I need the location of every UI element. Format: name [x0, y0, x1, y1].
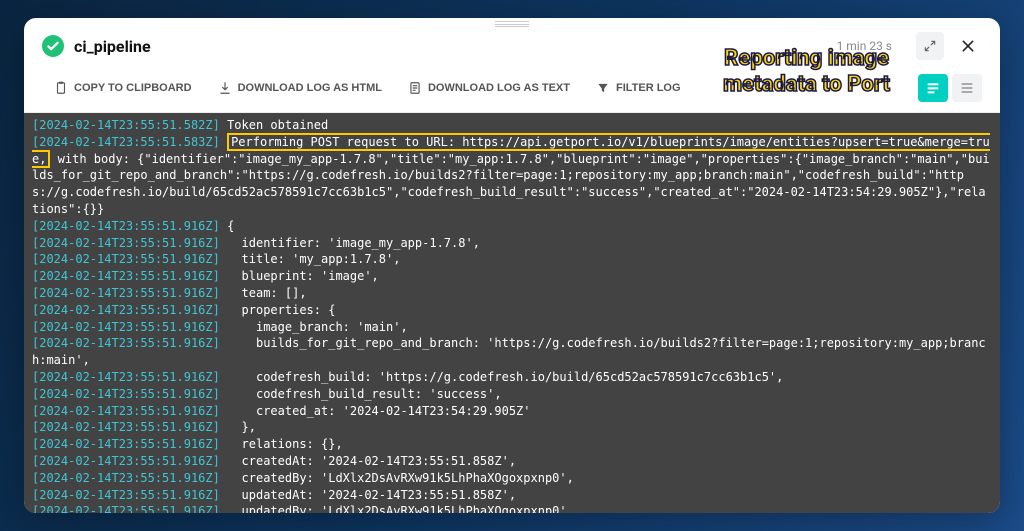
- clipboard-icon: [54, 81, 68, 95]
- log-line: [2024-02-14T23:55:51.916Z] properties: {: [32, 302, 992, 319]
- timestamp: [2024-02-14T23:55:51.916Z]: [32, 269, 220, 283]
- log-line: [2024-02-14T23:55:51.916Z] updatedBy: 'L…: [32, 503, 992, 513]
- view-toggle: [918, 74, 982, 102]
- wrap-icon: [925, 80, 941, 96]
- log-line: [2024-02-14T23:55:51.916Z] },: [32, 419, 992, 436]
- log-text: title: 'my_app:1.7.8',: [220, 252, 401, 266]
- download-icon: [218, 81, 232, 95]
- log-line: [2024-02-14T23:55:51.916Z] title: 'my_ap…: [32, 251, 992, 268]
- log-text: created_at: '2024-02-14T23:54:29.905Z': [220, 404, 531, 418]
- list-icon: [959, 80, 975, 96]
- expand-button[interactable]: [916, 32, 944, 60]
- download-text-button[interactable]: DOWNLOAD LOG AS TEXT: [396, 75, 582, 101]
- timestamp: [2024-02-14T23:55:51.916Z]: [32, 437, 220, 451]
- download-html-button[interactable]: DOWNLOAD LOG AS HTML: [206, 75, 394, 101]
- log-text: updatedBy: 'LdXlx2DsAvRXw91k5LhPhaXOgoxp…: [220, 504, 567, 513]
- filter-log-button[interactable]: FILTER LOG: [584, 75, 693, 101]
- log-text: image_branch: 'main',: [220, 320, 408, 334]
- file-text-icon: [408, 81, 422, 95]
- download-text-label: DOWNLOAD LOG AS TEXT: [428, 82, 570, 94]
- log-text: createdAt: '2024-02-14T23:55:51.858Z',: [220, 454, 516, 468]
- log-line: [2024-02-14T23:55:51.916Z] team: [],: [32, 285, 992, 302]
- copy-label: COPY TO CLIPBOARD: [74, 82, 192, 94]
- filter-label: FILTER LOG: [616, 82, 681, 94]
- log-line: [2024-02-14T23:55:51.916Z] identifier: '…: [32, 235, 992, 252]
- log-text: properties: {: [220, 303, 336, 317]
- timestamp: [2024-02-14T23:55:51.916Z]: [32, 219, 220, 233]
- log-text: {: [220, 219, 234, 233]
- timestamp: [2024-02-14T23:55:51.916Z]: [32, 404, 220, 418]
- close-button[interactable]: [954, 32, 982, 60]
- log-text: blueprint: 'image',: [220, 269, 379, 283]
- timestamp: [2024-02-14T23:55:51.916Z]: [32, 420, 220, 434]
- pipeline-title: ci_pipeline: [74, 37, 827, 56]
- log-text: },: [220, 420, 256, 434]
- download-html-label: DOWNLOAD LOG AS HTML: [238, 82, 382, 94]
- log-line: [2024-02-14T23:55:51.916Z] codefresh_bui…: [32, 386, 992, 403]
- copy-clipboard-button[interactable]: COPY TO CLIPBOARD: [42, 75, 204, 101]
- close-icon: [960, 38, 976, 54]
- log-output[interactable]: [2024-02-14T23:55:51.582Z] Token obtaine…: [24, 113, 1000, 513]
- log-text: codefresh_build_result: 'success',: [220, 387, 502, 401]
- log-text: codefresh_build: 'https://g.codefresh.io…: [220, 370, 784, 384]
- log-line: [2024-02-14T23:55:51.916Z] {: [32, 218, 992, 235]
- log-text: team: [],: [220, 286, 307, 300]
- log-text: with body: {"identifier":"image_my_app-1…: [32, 152, 990, 216]
- log-line: [2024-02-14T23:55:51.916Z] createdBy: 'L…: [32, 470, 992, 487]
- timestamp: [2024-02-14T23:55:51.916Z]: [32, 286, 220, 300]
- view-wrap-button[interactable]: [918, 74, 948, 102]
- log-line: [2024-02-14T23:55:51.582Z] Token obtaine…: [32, 117, 992, 134]
- log-text: updatedAt: '2024-02-14T23:55:51.858Z',: [220, 488, 516, 502]
- timestamp: [2024-02-14T23:55:51.916Z]: [32, 454, 220, 468]
- timestamp: [2024-02-14T23:55:51.916Z]: [32, 336, 220, 350]
- log-text: relations: {},: [220, 437, 343, 451]
- log-text: createdBy: 'LdXlx2DsAvRXw91k5LhPhaXOgoxp…: [220, 471, 574, 485]
- log-line: [2024-02-14T23:55:51.916Z] builds_for_gi…: [32, 335, 992, 369]
- log-line: [2024-02-14T23:55:51.583Z] Performing PO…: [32, 134, 992, 218]
- timestamp: [2024-02-14T23:55:51.916Z]: [32, 387, 220, 401]
- timestamp: [2024-02-14T23:55:51.916Z]: [32, 252, 220, 266]
- log-line: [2024-02-14T23:55:51.916Z] created_at: '…: [32, 403, 992, 420]
- timestamp: [2024-02-14T23:55:51.583Z]: [32, 135, 220, 149]
- timestamp: [2024-02-14T23:55:51.916Z]: [32, 236, 220, 250]
- log-line: [2024-02-14T23:55:51.916Z] codefresh_bui…: [32, 369, 992, 386]
- log-line: [2024-02-14T23:55:51.916Z] relations: {}…: [32, 436, 992, 453]
- timestamp: [2024-02-14T23:55:51.916Z]: [32, 370, 220, 384]
- log-line: [2024-02-14T23:55:51.916Z] blueprint: 'i…: [32, 268, 992, 285]
- filter-icon: [596, 81, 610, 95]
- log-text: Token obtained: [227, 118, 328, 132]
- timestamp: [2024-02-14T23:55:51.582Z]: [32, 118, 220, 132]
- log-line: [2024-02-14T23:55:51.916Z] createdAt: '2…: [32, 453, 992, 470]
- view-list-button[interactable]: [952, 74, 982, 102]
- expand-icon: [923, 39, 937, 53]
- log-text: identifier: 'image_my_app-1.7.8',: [220, 236, 480, 250]
- drag-handle[interactable]: [495, 21, 529, 27]
- log-modal: ci_pipeline 1 min 23 s Reporting image m…: [24, 18, 1000, 513]
- timestamp: [2024-02-14T23:55:51.916Z]: [32, 471, 220, 485]
- timestamp: [2024-02-14T23:55:51.916Z]: [32, 320, 220, 334]
- log-line: [2024-02-14T23:55:51.916Z] image_branch:…: [32, 319, 992, 336]
- log-line: [2024-02-14T23:55:51.916Z] updatedAt: '2…: [32, 487, 992, 504]
- annotation-callout: Reporting image metadata to Port: [723, 46, 890, 99]
- timestamp: [2024-02-14T23:55:51.916Z]: [32, 488, 220, 502]
- timestamp: [2024-02-14T23:55:51.916Z]: [32, 504, 220, 513]
- check-circle-icon: [42, 35, 64, 57]
- timestamp: [2024-02-14T23:55:51.916Z]: [32, 303, 220, 317]
